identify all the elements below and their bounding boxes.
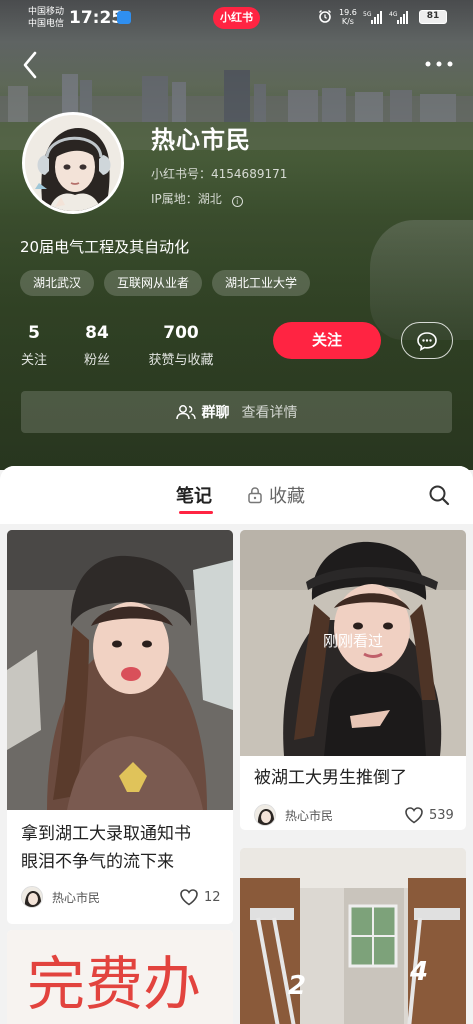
svg-text:5G: 5G [363,11,372,18]
note-cover-image [7,530,233,810]
signal-5g-icon: 5G [363,11,382,24]
tag-school[interactable]: 湖北工业大学 [212,270,311,296]
profile-tags: 湖北武汉 互联网从业者 湖北工业大学 [20,270,311,296]
note-author[interactable]: 热心市民 [21,886,100,908]
status-bar: 中国移动 中国电信 17:25 小红书 19.6 K/s 5G 4G 81 [0,0,473,36]
back-arrow-icon[interactable] [18,48,44,82]
carrier-labels: 中国移动 中国电信 [28,7,65,29]
stat-likes-collects[interactable]: 700 获赞与收藏 [144,323,218,368]
group-chat-label: 群聊 [201,405,230,421]
author-avatar [21,886,43,908]
author-avatar [254,804,276,826]
svg-text:4G: 4G [389,11,398,18]
profile-tabs: 笔记 收藏 [0,466,473,524]
clock: 17:25 [69,8,124,28]
heart-icon [180,889,198,906]
follow-button[interactable]: 关注 [273,322,381,359]
chat-bubble-icon [417,331,437,351]
svg-text:2: 2 [288,971,306,1001]
note-cover-image: 2 4 1 [240,848,466,1024]
signal-4g-icon: 4G [389,11,408,24]
notes-panel: 笔记 收藏 拿到湖工大录取通知书 眼泪不争气的流下来 热心市民 12 刚刚看过 … [0,466,473,1024]
tab-notes[interactable]: 笔记 [176,482,212,508]
svg-text:完费办: 完费办 [27,950,201,1018]
note-cover-image: 完费办 [7,930,233,1024]
profile-avatar[interactable] [22,112,124,214]
heart-icon [405,807,423,824]
ip-location: IP属地：湖北 i [151,190,243,207]
tag-location[interactable]: 湖北武汉 [20,270,95,296]
group-chat-bar[interactable]: 群聊 查看详情 [21,391,452,433]
stat-followers[interactable]: 84 粉丝 [80,323,114,368]
tag-occupation[interactable]: 互联网从业者 [104,270,203,296]
group-chat-detail: 查看详情 [241,405,298,421]
profile-name: 热心市民 [151,126,251,154]
search-icon[interactable] [427,483,451,507]
info-icon[interactable]: i [231,196,243,207]
stat-following[interactable]: 5 关注 [20,323,48,368]
profile-bio: 20届电气工程及其自动化 [20,238,190,256]
group-people-icon [175,405,196,420]
svg-text:4: 4 [409,957,428,987]
note-card[interactable]: 完费办 [7,930,233,1024]
lock-icon [248,487,262,504]
xiaohongshu-badge: 小红书 [213,7,260,29]
note-title: 被湖工大男生推倒了 [254,768,407,788]
note-likes[interactable]: 539 [404,806,454,824]
active-tab-indicator [179,511,213,514]
recently-viewed-overlay: 刚刚看过 [322,632,383,650]
network-speed: 19.6 K/s [339,8,357,26]
note-card[interactable]: 2 4 1 [240,848,466,1024]
notification-app-icon [117,11,131,24]
profile-page: 中国移动 中国电信 17:25 小红书 19.6 K/s 5G 4G 81 热心… [0,0,473,1024]
user-id: 小红书号：4154689171 [151,167,288,181]
note-card[interactable]: 刚刚看过 被湖工大男生推倒了 热心市民 539 [240,530,466,830]
battery-indicator: 81 [419,10,447,24]
note-title: 拿到湖工大录取通知书 眼泪不争气的流下来 [21,824,191,872]
tab-favorites[interactable]: 收藏 [247,482,305,508]
message-button[interactable] [401,322,453,359]
profile-cover: 中国移动 中国电信 17:25 小红书 19.6 K/s 5G 4G 81 热心… [0,0,473,470]
note-likes[interactable]: 12 [179,888,221,906]
note-author[interactable]: 热心市民 [254,804,333,826]
more-options-icon[interactable] [424,58,454,70]
note-card[interactable]: 拿到湖工大录取通知书 眼泪不争气的流下来 热心市民 12 [7,530,233,924]
alarm-icon [319,10,331,23]
